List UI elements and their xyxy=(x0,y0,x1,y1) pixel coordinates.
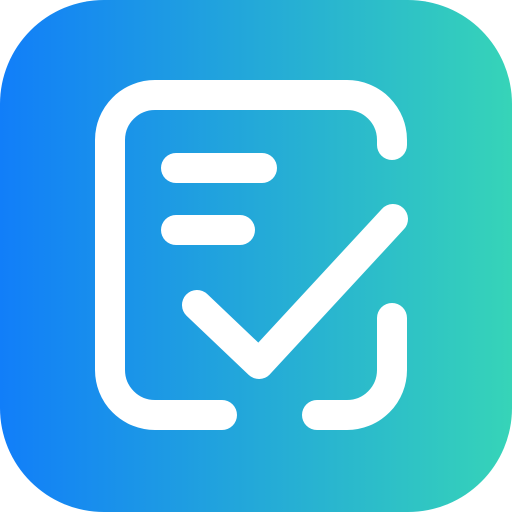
checklist-icon xyxy=(0,0,512,512)
icon-background xyxy=(0,0,512,512)
app-icon-canvas xyxy=(0,0,512,512)
checklist-document-app-icon[interactable] xyxy=(0,0,512,512)
